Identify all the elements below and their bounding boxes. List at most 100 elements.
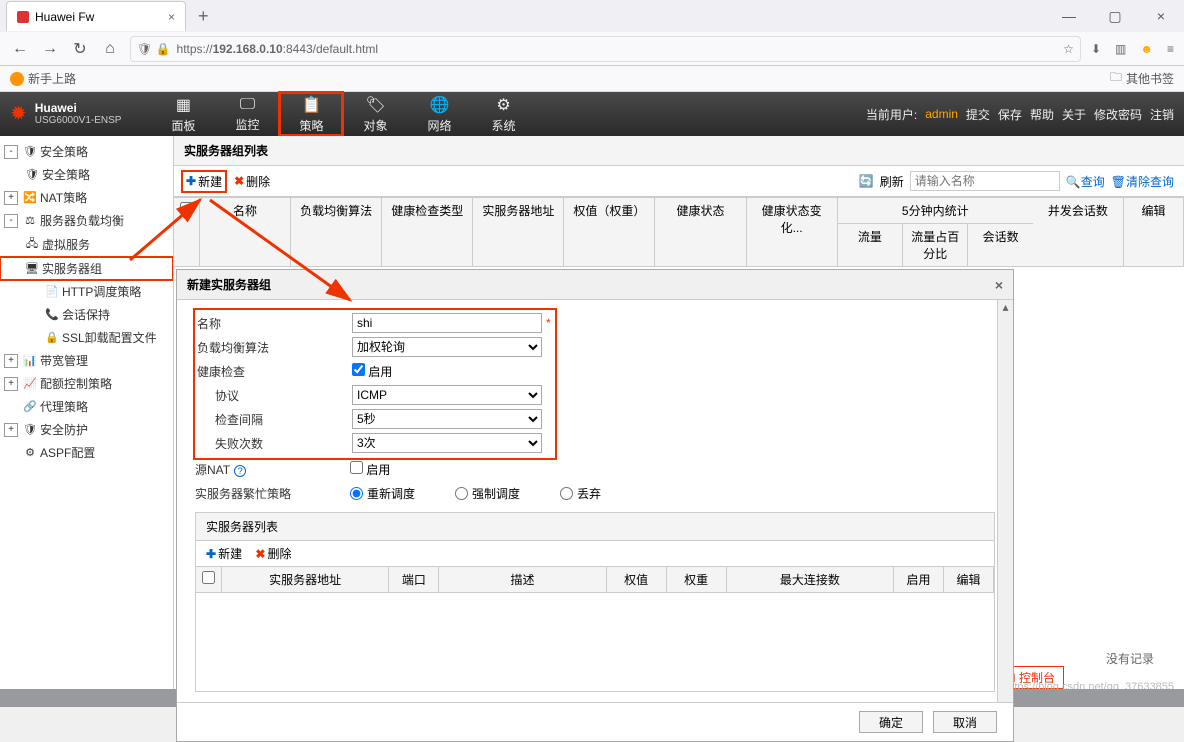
required-mark: *: [546, 316, 551, 330]
tab-policy[interactable]: 📋策略: [279, 92, 343, 136]
tab-monitor[interactable]: 🖵监控: [215, 92, 279, 136]
sidebar-item-安全防护[interactable]: + 🛡安全防护: [0, 418, 173, 441]
monitor-icon: 🖵: [240, 96, 255, 114]
fail-select[interactable]: 3次: [352, 433, 542, 453]
link-logout[interactable]: 注销: [1150, 106, 1174, 123]
lock-icon: 🔒: [156, 42, 171, 56]
cancel-button[interactable]: 取消: [933, 711, 997, 733]
link-about[interactable]: 关于: [1062, 106, 1086, 123]
radio-force[interactable]: 强制调度: [455, 485, 520, 502]
tab-dashboard[interactable]: ▦面板: [151, 92, 215, 136]
name-input[interactable]: [352, 313, 542, 333]
sidebar-item-ASPF配置[interactable]: ⚙ASPF配置: [0, 441, 173, 464]
sidebar-item-安全策略[interactable]: 🛡安全策略: [0, 163, 173, 186]
star-icon[interactable]: ☆: [1063, 42, 1074, 56]
expand-icon[interactable]: -: [4, 214, 18, 228]
sidebar-item-实服务器组[interactable]: 🖥实服务器组: [0, 257, 173, 280]
select-all-checkbox[interactable]: [180, 202, 193, 215]
sidebar-item-HTTP调度策略[interactable]: 📄HTTP调度策略: [0, 280, 173, 303]
bookmark-item[interactable]: 新手上路: [10, 70, 76, 87]
sidebar-item-带宽管理[interactable]: +📊带宽管理: [0, 349, 173, 372]
download-icon[interactable]: ⬇: [1091, 42, 1101, 56]
dialog-scrollbar[interactable]: ▴: [997, 300, 1013, 702]
expand-icon[interactable]: +: [4, 423, 18, 437]
url-field[interactable]: 🛡 🔒 https://192.168.0.10:8443/default.ht…: [130, 36, 1081, 62]
close-window-icon[interactable]: ×: [1138, 8, 1184, 25]
col-hc-state: 健康状态: [655, 198, 746, 266]
link-changepw[interactable]: 修改密码: [1094, 106, 1142, 123]
maximize-icon[interactable]: ▢: [1092, 8, 1138, 25]
tree-icon: 🛡: [22, 423, 38, 436]
sub-del-button[interactable]: ✖删除: [255, 545, 291, 562]
tree-icon: 🖧: [24, 235, 40, 254]
expand-icon[interactable]: +: [4, 191, 18, 205]
sidebar-item-代理策略[interactable]: 🔗代理策略: [0, 395, 173, 418]
main-nav: ▦面板 🖵监控 📋策略 🏷对象 🌐网络 ⚙系统: [151, 92, 535, 136]
interval-select[interactable]: 5秒: [352, 409, 542, 429]
home-button[interactable]: ⌂: [100, 40, 120, 58]
snat-enable-checkbox[interactable]: [350, 461, 363, 474]
expand-icon[interactable]: +: [4, 377, 18, 391]
tree-label: NAT策略: [40, 189, 87, 206]
proto-select[interactable]: ICMP: [352, 385, 542, 405]
reload-button[interactable]: ↻: [70, 39, 90, 59]
sidebar-item-SSL卸载配置文件[interactable]: 🔒SSL卸载配置文件: [0, 326, 173, 349]
refresh-label: 刷新: [880, 173, 904, 190]
enable-label: 启用: [368, 365, 392, 379]
sidebar-item-虚拟服务[interactable]: 🖧虚拟服务: [0, 232, 173, 257]
expand-icon[interactable]: +: [4, 354, 18, 368]
sidebar-item-安全策略[interactable]: -🛡安全策略: [0, 140, 173, 163]
tab-network[interactable]: 🌐网络: [407, 92, 471, 136]
refresh-icon[interactable]: 🔄: [859, 174, 874, 188]
library-icon[interactable]: ▥: [1115, 42, 1126, 56]
list-title: 实服务器组列表: [174, 136, 1184, 166]
menu-icon[interactable]: ≡: [1167, 42, 1174, 56]
hc-enable-checkbox[interactable]: [352, 363, 365, 376]
browser-tab[interactable]: Huawei Fw ×: [6, 1, 186, 31]
link-commit[interactable]: 提交: [966, 106, 990, 123]
scroll-up-icon[interactable]: ▴: [998, 300, 1013, 314]
tree-label: HTTP调度策略: [62, 283, 141, 300]
col-flow-pct: 流量占百分比: [903, 224, 968, 266]
ok-button[interactable]: 确定: [859, 711, 923, 733]
tree-icon: 🔗: [22, 400, 38, 413]
tab-system[interactable]: ⚙系统: [471, 92, 535, 136]
dialog-title-bar: 新建实服务器组 ×: [177, 270, 1013, 300]
forward-button[interactable]: →: [40, 40, 60, 58]
tree-label: 安全防护: [40, 421, 88, 438]
plus-icon: ✚: [186, 174, 196, 188]
sidebar-item-配额控制策略[interactable]: +📈配额控制策略: [0, 372, 173, 395]
tab-object[interactable]: 🏷对象: [343, 92, 407, 136]
sub-add-button[interactable]: ✚新建: [206, 545, 242, 562]
tree-label: 安全策略: [40, 143, 88, 160]
search-button[interactable]: 🔍查询: [1066, 173, 1105, 190]
link-help[interactable]: 帮助: [1030, 106, 1054, 123]
alg-select[interactable]: 加权轮询: [352, 337, 542, 357]
search-input[interactable]: [910, 171, 1060, 191]
radio-discard[interactable]: 丢弃: [560, 485, 601, 502]
sidebar-item-NAT策略[interactable]: + 🔀NAT策略: [0, 186, 173, 209]
close-dialog-icon[interactable]: ×: [995, 277, 1003, 293]
sidebar-item-服务器负载均衡[interactable]: -⚖服务器负载均衡: [0, 209, 173, 232]
new-tab-button[interactable]: +: [198, 6, 209, 27]
close-tab-icon[interactable]: ×: [168, 10, 175, 24]
minimize-icon[interactable]: —: [1046, 8, 1092, 25]
sidebar-item-会话保持[interactable]: 📞会话保持: [0, 303, 173, 326]
link-save[interactable]: 保存: [998, 106, 1022, 123]
sub-select-all[interactable]: [202, 571, 215, 584]
sub-panel-title: 实服务器列表: [196, 513, 994, 541]
add-button[interactable]: ✚新建: [184, 173, 224, 190]
sub-col-maxconn: 最大连接数: [727, 567, 894, 592]
other-bookmarks-label: 其他书签: [1126, 70, 1174, 87]
back-button[interactable]: ←: [10, 40, 30, 58]
expand-icon[interactable]: -: [4, 145, 18, 159]
col-hc-type: 健康检查类型: [382, 198, 473, 266]
delete-button[interactable]: ✖删除: [234, 173, 270, 190]
help-icon[interactable]: ?: [234, 465, 246, 477]
clear-search-button[interactable]: 🗑清除查询: [1111, 173, 1174, 190]
plus-icon: ✚: [206, 547, 216, 561]
radio-reschedule[interactable]: 重新调度: [350, 485, 415, 502]
other-bookmarks[interactable]: 🗀 其他书签: [1110, 68, 1174, 89]
ext-icon[interactable]: ☻: [1140, 42, 1153, 56]
tree-icon: 🔀: [22, 191, 38, 204]
